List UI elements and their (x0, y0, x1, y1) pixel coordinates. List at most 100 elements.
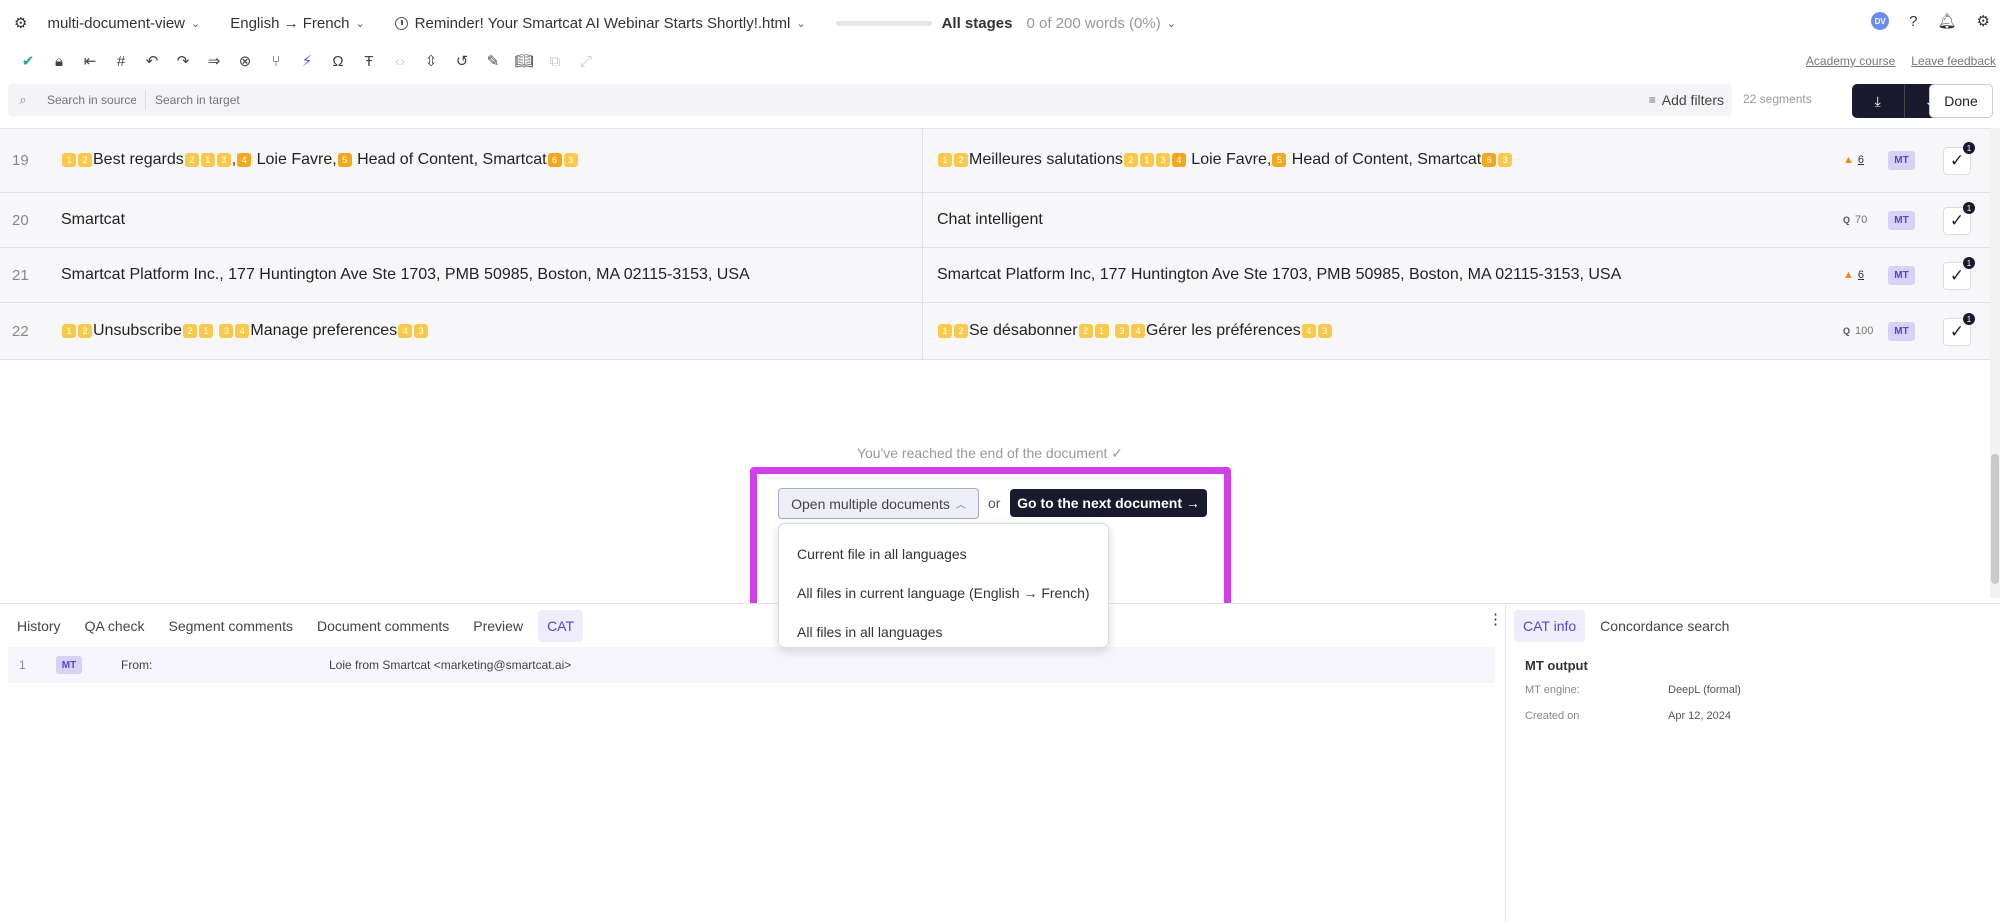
scrollbar-thumb[interactable] (1991, 454, 1999, 584)
segment-text: Meilleures salutations (969, 151, 1123, 168)
add-filters-button[interactable]: ≡ Add filters (1649, 92, 1724, 108)
segment-text (1110, 322, 1114, 340)
hash-icon[interactable]: # (107, 53, 135, 70)
confirm-segment-button[interactable]: ✓ 1 (1943, 202, 1975, 235)
bell-icon[interactable]: 🔔︎ (1938, 12, 1957, 30)
stage-label[interactable]: All stages (942, 15, 1013, 32)
tab-document-comments[interactable]: Document comments (308, 610, 458, 642)
next-document-button[interactable]: Go to the next document → (1010, 489, 1207, 517)
target-text[interactable]: 1 2 Meilleures salutations 2 1 3 4 Loie Favre,… (937, 151, 1513, 169)
academy-course-link[interactable]: Academy course (1806, 54, 1895, 68)
inline-tag: 3 (414, 324, 429, 338)
copy-icon: ⧉ (549, 52, 561, 70)
lightning-icon[interactable]: ⚡︎ (293, 52, 321, 70)
inline-tag: 3 (1498, 153, 1513, 167)
scrollbar[interactable] (1990, 128, 2000, 598)
inline-tag: 4 (398, 324, 413, 338)
split-icon[interactable]: ⑂ (262, 53, 290, 70)
match-icon: Q (1843, 326, 1851, 336)
created-on-label: Created on (1525, 710, 1580, 722)
book-icon[interactable]: 📖︎ (510, 52, 538, 70)
redo-icon[interactable]: ↷ (169, 52, 197, 70)
source-text[interactable]: Smartcat (61, 211, 125, 229)
copy-source-icon[interactable]: ⇤ (76, 52, 104, 70)
inline-tag: 1 (200, 153, 215, 167)
undo-icon[interactable]: ↶ (138, 52, 166, 70)
segment-row[interactable]: 2 2 1 2 Unsubscribe 2 1 3 4 Manage preferences 4 3… (0, 303, 1990, 360)
document-selector[interactable]: Reminder! Your Smartcat AI Webinar Start… (394, 15, 806, 32)
settings-sliders-icon[interactable]: ⚙ (14, 14, 27, 32)
tab-segment-comments[interactable]: Segment comments (159, 610, 302, 642)
segment-count: 22 segments (1743, 92, 1812, 106)
history-row[interactable]: 1 MT From: Loie from Smartcat <marketing… (8, 647, 1495, 683)
search-source-input[interactable] (38, 90, 146, 110)
source-text[interactable]: Smartcat Platform Inc., 177 Huntington A… (61, 266, 750, 284)
arrow-right-icon[interactable]: ⇒ (200, 52, 228, 70)
download-icon[interactable]: ⤓ (1852, 84, 1905, 118)
leave-feedback-link[interactable]: Leave feedback (1911, 54, 1996, 68)
segment-row[interactable]: 20 Smartcat Chat intelligent Q 70 MT ✓ 1 (0, 193, 1990, 248)
option-current-file-all-languages[interactable]: Current file in all languages (779, 534, 1108, 573)
option-all-files-current-language[interactable]: All files in current language (English →… (779, 573, 1108, 612)
tab-concordance-search[interactable]: Concordance search (1591, 610, 1738, 642)
inline-tag: 2 (184, 153, 199, 167)
help-icon[interactable]: ? (1909, 13, 1917, 30)
chevron-down-icon[interactable]: ⌄ (1167, 17, 1176, 30)
settings-icon[interactable]: ⚙ (1977, 12, 1990, 30)
done-button[interactable]: Done (1929, 84, 1993, 118)
confirm-segment-button[interactable]: ✓ 1 (1943, 257, 1975, 290)
status-value: 6 (1857, 154, 1865, 166)
segment-text (214, 322, 218, 340)
omega-icon[interactable]: Ω (324, 53, 352, 70)
merge-icon[interactable]: ⇳ (417, 52, 445, 70)
lock-icon[interactable]: 🔒︎ (45, 53, 73, 70)
source-text[interactable]: 1 2 Unsubscribe 2 1 3 4 Manage preferences 4 3 (61, 322, 429, 340)
tab-cat[interactable]: CAT (538, 610, 584, 642)
tab-qa-check[interactable]: QA check (76, 610, 154, 642)
language-pair-selector[interactable]: English → French ⌄ (230, 15, 364, 32)
tab-history[interactable]: History (8, 610, 70, 642)
target-text[interactable]: 1 2 Se désabonner 2 1 3 4 Gérer les préférence… (937, 322, 1333, 340)
chevron-down-icon: ⌄ (355, 17, 365, 30)
chevron-down-icon: ⌄ (191, 17, 201, 30)
bottom-tabs: History QA check Segment comments Docume… (8, 610, 589, 642)
inline-tag: 1 (938, 324, 952, 338)
top-right-controls: DV ? 🔔︎ ⚙ (1871, 12, 1990, 30)
open-multiple-documents-button[interactable]: Open multiple documents ︿ (778, 488, 979, 519)
confirm-icon[interactable]: ✔ (14, 52, 42, 70)
segment-row[interactable]: 19 1 2 Best regards 2 1 3, 4 Loie Favre, 5 Head … (0, 128, 1990, 193)
inline-tag: 2 (78, 324, 92, 338)
search-bar: ⌕ ≡ Add filters (8, 84, 1732, 116)
segment-row[interactable]: 21 Smartcat Platform Inc., 177 Huntington… (0, 248, 1990, 303)
inline-tag: 3 (563, 153, 578, 167)
mt-badge: MT (1888, 211, 1915, 230)
clear-icon[interactable]: ⊗ (231, 52, 259, 70)
pen-icon[interactable]: ✎ (479, 52, 507, 70)
confirm-segment-button[interactable]: ✓ 1 (1943, 313, 1975, 346)
segment-text: Loie Favre, (252, 151, 337, 168)
project-selector[interactable]: multi-document-view ⌄ (47, 15, 200, 32)
tab-cat-info[interactable]: CAT info (1514, 610, 1586, 642)
mt-badge: MT (1888, 322, 1915, 341)
segment-text: Head of Content, Smartcat (1287, 151, 1482, 168)
target-text[interactable]: Smartcat Platform Inc, 177 Huntington Av… (937, 266, 1621, 284)
more-options-icon[interactable]: ⋮ (1488, 610, 1503, 628)
option-all-files-all-languages[interactable]: All files in all languages (779, 612, 1108, 651)
avatar[interactable]: DV (1871, 12, 1890, 30)
tab-preview[interactable]: Preview (464, 610, 532, 642)
check-count: 1 (1963, 142, 1975, 154)
inline-tag: 6 (1482, 153, 1497, 167)
mt-engine-label: MT engine: (1525, 684, 1580, 696)
search-target-input[interactable] (146, 90, 254, 110)
segment-text: Chat intelligent (937, 211, 1043, 228)
segment-text: Smartcat Platform Inc, 177 Huntington Av… (937, 266, 1622, 283)
word-progress[interactable]: 0 of 200 words (0%) (1026, 15, 1160, 32)
check-count: 1 (1963, 202, 1975, 214)
target-text[interactable]: Chat intelligent (937, 211, 1043, 229)
search-icon: ⌕ (19, 92, 27, 107)
source-text[interactable]: 1 2 Best regards 2 1 3, 4 Loie Favre, 5 Head of… (61, 151, 579, 169)
text-format-icon[interactable]: Ŧ (355, 53, 383, 70)
confirm-segment-button[interactable]: ✓ 1 (1943, 142, 1975, 175)
revert-icon[interactable]: ↺ (448, 52, 476, 70)
inline-tag: 2 (182, 324, 197, 338)
